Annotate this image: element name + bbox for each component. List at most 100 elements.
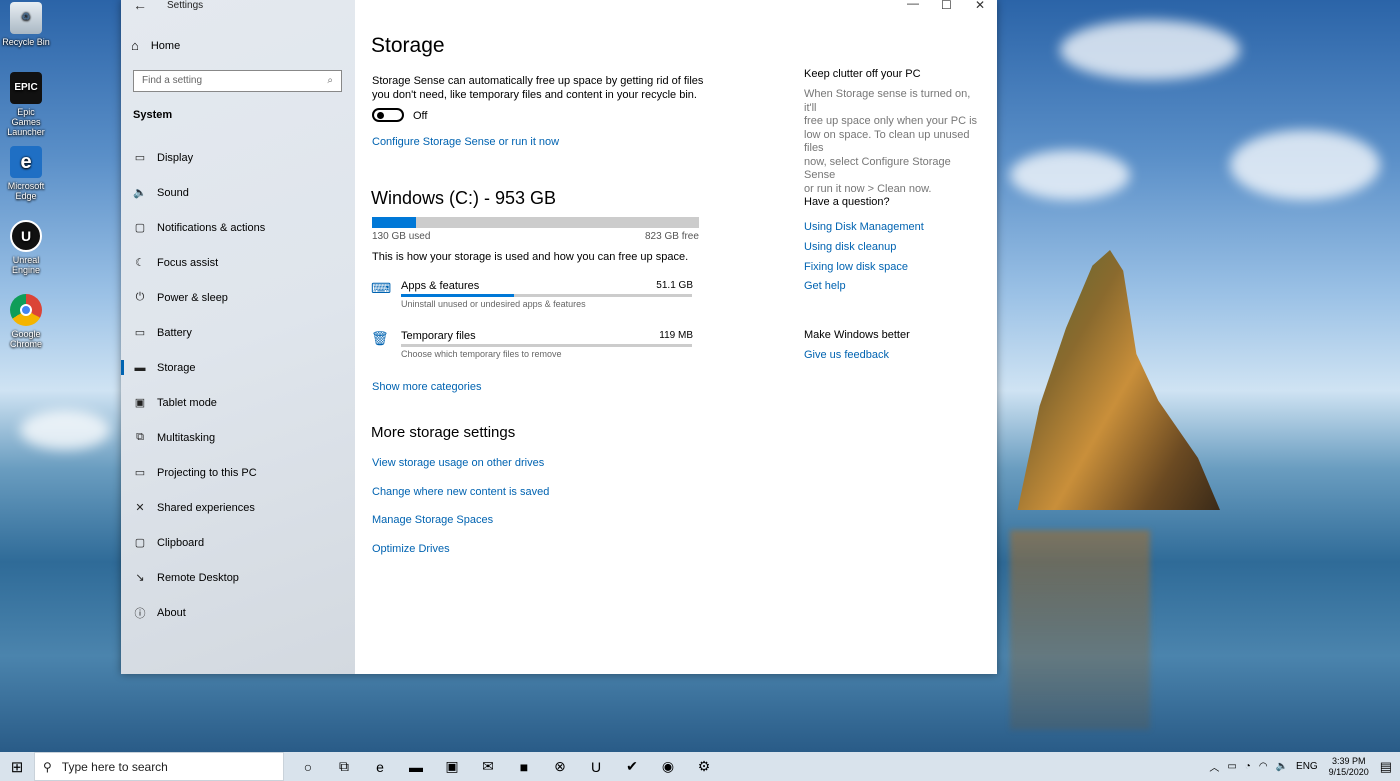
battery-tray-icon[interactable]: ▭ bbox=[1227, 761, 1236, 772]
view-other-drives-link[interactable]: View storage usage on other drives bbox=[372, 456, 544, 470]
search-icon: ⚲ bbox=[43, 759, 52, 774]
change-save-location-link[interactable]: Change where new content is saved bbox=[372, 485, 549, 499]
desktop-icon-recycle-bin[interactable]: ♻ Recycle Bin bbox=[2, 2, 50, 47]
sidebar-nav: ▭ Display 🔈 Sound ▢ Notifications & actions ☾ F… bbox=[121, 140, 355, 630]
desktop-icon-label: Microsoft Edge bbox=[7, 181, 45, 201]
sidebar-item-remote-desktop[interactable]: ↘ Remote Desktop bbox=[121, 560, 355, 595]
sound-icon: 🔈 bbox=[133, 187, 147, 199]
wallpaper-cloud bbox=[1060, 20, 1240, 80]
cortana-icon[interactable]: ○ bbox=[290, 752, 326, 781]
moon-icon: ☾ bbox=[135, 257, 145, 269]
sidebar-item-label: Notifications & actions bbox=[157, 221, 266, 234]
get-help-link[interactable]: Get help bbox=[804, 280, 846, 292]
sidebar-item-power-sleep[interactable]: ⏻ Power & sleep bbox=[121, 280, 355, 315]
clock-date: 9/15/2020 bbox=[1328, 766, 1369, 777]
info-icon: ⓘ bbox=[134, 607, 146, 620]
usage-description: This is how your storage is used and how… bbox=[372, 251, 689, 263]
home-label: Home bbox=[150, 39, 181, 52]
sidebar-item-sound[interactable]: 🔈 Sound bbox=[121, 175, 355, 210]
clipboard-icon: ▢ bbox=[134, 537, 146, 549]
clutter-text: When Storage sense is turned on, it'll f… bbox=[804, 88, 978, 195]
edge-taskbar-icon[interactable]: e bbox=[362, 752, 398, 781]
sidebar-item-label: Battery bbox=[157, 326, 192, 339]
taskbar: ⊞ ⚲ Type here to search ○ ⧉ e ▬ ▣ ✉ ■ ⊗ U ✔ ◉ ⚙ ︿ ▭… bbox=[0, 752, 1400, 781]
back-arrow-icon[interactable]: ← bbox=[133, 0, 147, 13]
desktop-icon-label: Google Chrome bbox=[9, 329, 42, 349]
sidebar-item-label: Sound bbox=[157, 186, 189, 199]
low-disk-space-link[interactable]: Fixing low disk space bbox=[804, 261, 908, 273]
store-icon[interactable]: ▣ bbox=[434, 752, 470, 781]
battery-icon: ▭ bbox=[134, 327, 146, 339]
app-red-icon[interactable]: ■ bbox=[506, 752, 542, 781]
minimize-button[interactable]: — bbox=[907, 0, 919, 10]
desktop-icon-edge[interactable]: e Microsoft Edge bbox=[2, 146, 50, 201]
task-view-icon[interactable]: ⧉ bbox=[326, 752, 362, 781]
desktop-icon-label: Recycle Bin bbox=[2, 37, 50, 47]
storage-sense-toggle[interactable] bbox=[372, 108, 404, 122]
clock[interactable]: 3:39 PM 9/15/2020 bbox=[1326, 756, 1372, 778]
file-explorer-icon[interactable]: ▬ bbox=[398, 752, 434, 781]
sidebar-item-label: Power & sleep bbox=[157, 291, 228, 304]
start-button[interactable]: ⊞ bbox=[0, 752, 34, 781]
action-center-icon[interactable]: ▤ bbox=[1380, 759, 1392, 775]
display-icon: ▭ bbox=[134, 152, 146, 164]
maximize-button[interactable]: ☐ bbox=[941, 0, 952, 12]
disk-cleanup-link[interactable]: Using disk cleanup bbox=[804, 241, 896, 253]
give-feedback-link[interactable]: Give us feedback bbox=[804, 349, 889, 361]
settings-window: ← Settings ⌂ Home Find a setting ⌕ Syste… bbox=[121, 0, 997, 674]
chevron-up-icon[interactable]: ︿ bbox=[1209, 759, 1219, 774]
settings-taskbar-icon[interactable]: ⚙ bbox=[686, 752, 722, 781]
show-more-categories-link[interactable]: Show more categories bbox=[372, 380, 481, 394]
wifi-icon[interactable]: ◠ bbox=[1259, 761, 1268, 772]
language-indicator[interactable]: ENG bbox=[1296, 761, 1318, 772]
sidebar-item-display[interactable]: ▭ Display bbox=[121, 140, 355, 175]
unreal-taskbar-icon[interactable]: U bbox=[578, 752, 614, 781]
optimize-drives-link[interactable]: Optimize Drives bbox=[372, 542, 450, 556]
sidebar-item-label: Remote Desktop bbox=[157, 571, 239, 584]
sidebar-item-notifications-actions[interactable]: ▢ Notifications & actions bbox=[121, 210, 355, 245]
sidebar-item-multitasking[interactable]: ⧉ Multitasking bbox=[121, 420, 355, 455]
keyboard-icon: ⌨ bbox=[371, 280, 392, 296]
volume-icon[interactable]: 🔈 bbox=[1276, 761, 1288, 772]
desktop-icon-chrome[interactable]: Google Chrome bbox=[2, 294, 50, 349]
home-nav[interactable]: ⌂ Home bbox=[131, 38, 180, 53]
sidebar-item-label: Multitasking bbox=[157, 431, 216, 444]
category-name: Apps & features bbox=[401, 280, 480, 292]
desktop-icon-unreal[interactable]: U Unreal Engine bbox=[2, 220, 50, 275]
manage-storage-spaces-link[interactable]: Manage Storage Spaces bbox=[372, 513, 493, 527]
taskbar-apps: ○ ⧉ e ▬ ▣ ✉ ■ ⊗ U ✔ ◉ ⚙ bbox=[290, 752, 722, 781]
wallpaper-cloud bbox=[1010, 150, 1130, 200]
sidebar: ← Settings ⌂ Home Find a setting ⌕ Syste… bbox=[121, 0, 355, 674]
remote-desktop-icon: ↘ bbox=[135, 572, 145, 584]
sidebar-item-label: Tablet mode bbox=[157, 396, 217, 409]
norton-icon[interactable]: ✔ bbox=[614, 752, 650, 781]
sidebar-item-tablet-mode[interactable]: ▣ Tablet mode bbox=[121, 385, 355, 420]
wallpaper-cloud bbox=[20, 410, 110, 450]
page-title: Storage bbox=[371, 34, 445, 57]
search-placeholder: Find a setting bbox=[142, 75, 203, 86]
close-button[interactable]: ✕ bbox=[975, 0, 985, 12]
storage-icon: ▬ bbox=[134, 361, 146, 374]
chrome-taskbar-icon[interactable]: ◉ bbox=[650, 752, 686, 781]
xbox-icon[interactable]: ⊗ bbox=[542, 752, 578, 781]
sidebar-item-battery[interactable]: ▭ Battery bbox=[121, 315, 355, 350]
wallpaper-cloud bbox=[1230, 130, 1380, 200]
network-icon[interactable]: ◔ bbox=[1245, 761, 1251, 772]
find-setting-input[interactable]: Find a setting ⌕ bbox=[133, 70, 342, 92]
taskbar-search-placeholder: Type here to search bbox=[61, 759, 168, 774]
disk-management-link[interactable]: Using Disk Management bbox=[804, 221, 924, 233]
mail-icon[interactable]: ✉ bbox=[470, 752, 506, 781]
category-size: 51.1 GB bbox=[656, 280, 693, 291]
taskbar-search-box[interactable]: ⚲ Type here to search bbox=[34, 752, 284, 781]
sidebar-item-about[interactable]: ⓘ About bbox=[121, 595, 355, 630]
projecting-icon: ▭ bbox=[134, 467, 146, 479]
sidebar-item-focus-assist[interactable]: ☾ Focus assist bbox=[121, 245, 355, 280]
home-icon: ⌂ bbox=[131, 38, 139, 53]
used-label: 130 GB used bbox=[372, 231, 431, 242]
sidebar-item-storage[interactable]: ▬ Storage bbox=[121, 350, 355, 385]
configure-storage-sense-link[interactable]: Configure Storage Sense or run it now bbox=[372, 135, 559, 149]
desktop-icon-epic-games[interactable]: EPIC Epic Games Launcher bbox=[2, 72, 50, 137]
sidebar-item-projecting-to-this-pc[interactable]: ▭ Projecting to this PC bbox=[121, 455, 355, 490]
sidebar-item-clipboard[interactable]: ▢ Clipboard bbox=[121, 525, 355, 560]
sidebar-item-shared-experiences[interactable]: ✕ Shared experiences bbox=[121, 490, 355, 525]
